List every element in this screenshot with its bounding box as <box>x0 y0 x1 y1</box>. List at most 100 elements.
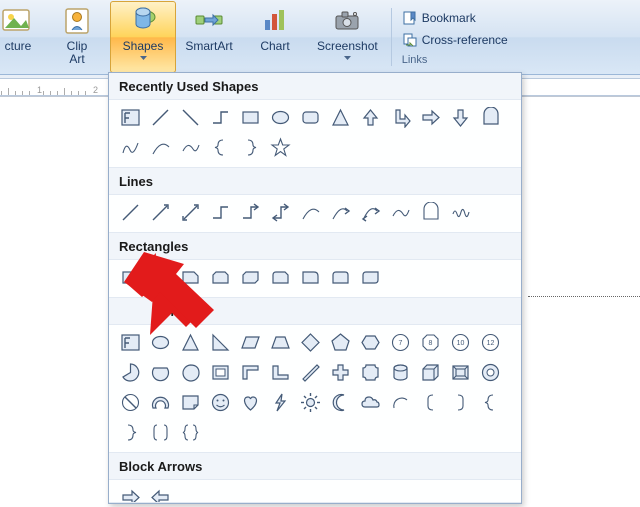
shape-textbox2[interactable] <box>117 329 144 356</box>
shape-block-right[interactable] <box>117 484 144 503</box>
shape-pie[interactable] <box>117 359 144 386</box>
shape-arc[interactable] <box>147 134 174 161</box>
shape-decagon[interactable]: 10 <box>447 329 474 356</box>
shape-elbow-arrow[interactable] <box>237 199 264 226</box>
section-basic-body: 7 8 10 12 <box>109 324 521 453</box>
shape-bevel[interactable] <box>447 359 474 386</box>
shape-pentagon[interactable] <box>327 329 354 356</box>
shape-scribble2[interactable] <box>447 199 474 226</box>
shape-curved-arrow[interactable] <box>327 199 354 226</box>
shape-curve[interactable] <box>177 134 204 161</box>
picture-button[interactable]: cture <box>0 1 44 73</box>
shape-cube[interactable] <box>417 359 444 386</box>
shape-no-symbol[interactable] <box>117 389 144 416</box>
shape-star[interactable] <box>267 134 294 161</box>
shape-dodecagon[interactable]: 12 <box>477 329 504 356</box>
shape-arrow-up[interactable] <box>357 104 384 131</box>
shape-lshape[interactable] <box>267 359 294 386</box>
shape-frame[interactable] <box>207 359 234 386</box>
smartart-button[interactable]: SmartArt <box>176 1 242 73</box>
shape-teardrop[interactable] <box>177 359 204 386</box>
shape-rect-snipround[interactable] <box>267 264 294 291</box>
shape-plus[interactable] <box>327 359 354 386</box>
shape-moon[interactable] <box>327 389 354 416</box>
shape-block-arc[interactable] <box>147 389 174 416</box>
shape-line-arrow[interactable] <box>147 199 174 226</box>
shape-text-box[interactable] <box>117 104 144 131</box>
shape-triangle[interactable] <box>327 104 354 131</box>
clip-art-button[interactable]: Clip Art <box>44 1 110 73</box>
shape-line1[interactable] <box>117 199 144 226</box>
shape-brace-right2[interactable] <box>117 419 144 446</box>
shape-diamond[interactable] <box>297 329 324 356</box>
shape-rect-round1[interactable] <box>297 264 324 291</box>
section-recent-body <box>109 99 521 168</box>
shape-line-doublearrow[interactable] <box>177 199 204 226</box>
shape-hexagon[interactable] <box>357 329 384 356</box>
shape-freeform[interactable] <box>387 199 414 226</box>
shapes-button[interactable]: Shapes <box>110 1 176 73</box>
shape-folded-corner[interactable] <box>177 389 204 416</box>
shape-oval[interactable] <box>267 104 294 131</box>
shape-rounded-rect[interactable] <box>297 104 324 131</box>
shape-arrow-bent[interactable] <box>387 104 414 131</box>
shape-brace-left[interactable] <box>207 134 234 161</box>
shape-double-bracket[interactable] <box>147 419 174 446</box>
shape-triangle2[interactable] <box>177 329 204 356</box>
shape-curved-doublearrow[interactable] <box>357 199 384 226</box>
shape-sun[interactable] <box>297 389 324 416</box>
bookmark-button[interactable]: Bookmark <box>402 8 640 28</box>
shape-rectangle[interactable] <box>237 104 264 131</box>
shape-scribble[interactable] <box>117 134 144 161</box>
chart-button[interactable]: Chart <box>242 1 308 73</box>
shape-smiley[interactable] <box>207 389 234 416</box>
shape-rect-plain[interactable] <box>117 264 144 291</box>
shape-trapezoid[interactable] <box>267 329 294 356</box>
screenshot-button[interactable]: Screenshot <box>308 1 387 73</box>
shape-elbow[interactable] <box>207 199 234 226</box>
shape-connector-elbow[interactable] <box>207 104 234 131</box>
shape-cloud[interactable] <box>357 389 384 416</box>
shape-rect-round2same[interactable] <box>327 264 354 291</box>
shape-curved[interactable] <box>297 199 324 226</box>
shape-line[interactable] <box>147 104 174 131</box>
shape-rect-snip1[interactable] <box>177 264 204 291</box>
svg-text:12: 12 <box>487 340 495 347</box>
shape-parallelogram[interactable] <box>237 329 264 356</box>
shape-rect-round2diag[interactable] <box>357 264 384 291</box>
bookmark-icon <box>402 10 418 26</box>
shape-half-round[interactable] <box>477 104 504 131</box>
shape-rect-rounded[interactable] <box>147 264 174 291</box>
shape-double-brace[interactable] <box>177 419 204 446</box>
crossref-button[interactable]: Cross-reference <box>402 30 640 50</box>
shape-heptagon[interactable]: 7 <box>387 329 414 356</box>
shape-chord[interactable] <box>147 359 174 386</box>
shape-arrow-right[interactable] <box>417 104 444 131</box>
shape-arrow-down[interactable] <box>447 104 474 131</box>
shape-arc2[interactable] <box>387 389 414 416</box>
shape-brace-left2[interactable] <box>477 389 504 416</box>
shape-right-triangle[interactable] <box>207 329 234 356</box>
shape-half-frame[interactable] <box>237 359 264 386</box>
shape-brace-right[interactable] <box>237 134 264 161</box>
shape-can[interactable] <box>387 359 414 386</box>
shape-donut[interactable] <box>477 359 504 386</box>
shape-elbow-doublearrow[interactable] <box>267 199 294 226</box>
shape-bracket-right[interactable] <box>447 389 474 416</box>
shape-heart[interactable] <box>237 389 264 416</box>
shape-plaque[interactable] <box>357 359 384 386</box>
links-group-label: Links <box>402 54 640 66</box>
shape-rect-snip2diag[interactable] <box>237 264 264 291</box>
paragraph-guide <box>528 296 640 297</box>
shape-lightning[interactable] <box>267 389 294 416</box>
shape-diagstripe[interactable] <box>297 359 324 386</box>
shape-block-left[interactable] <box>147 484 174 503</box>
shape-octagon[interactable]: 8 <box>417 329 444 356</box>
clip-art-icon <box>60 4 94 38</box>
shape-bracket-left[interactable] <box>417 389 444 416</box>
section-lines: Lines <box>109 168 521 194</box>
shape-rect-snip2same[interactable] <box>207 264 234 291</box>
shape-freeform-closed[interactable] <box>417 199 444 226</box>
shape-oval2[interactable] <box>147 329 174 356</box>
shape-line-alt[interactable] <box>177 104 204 131</box>
